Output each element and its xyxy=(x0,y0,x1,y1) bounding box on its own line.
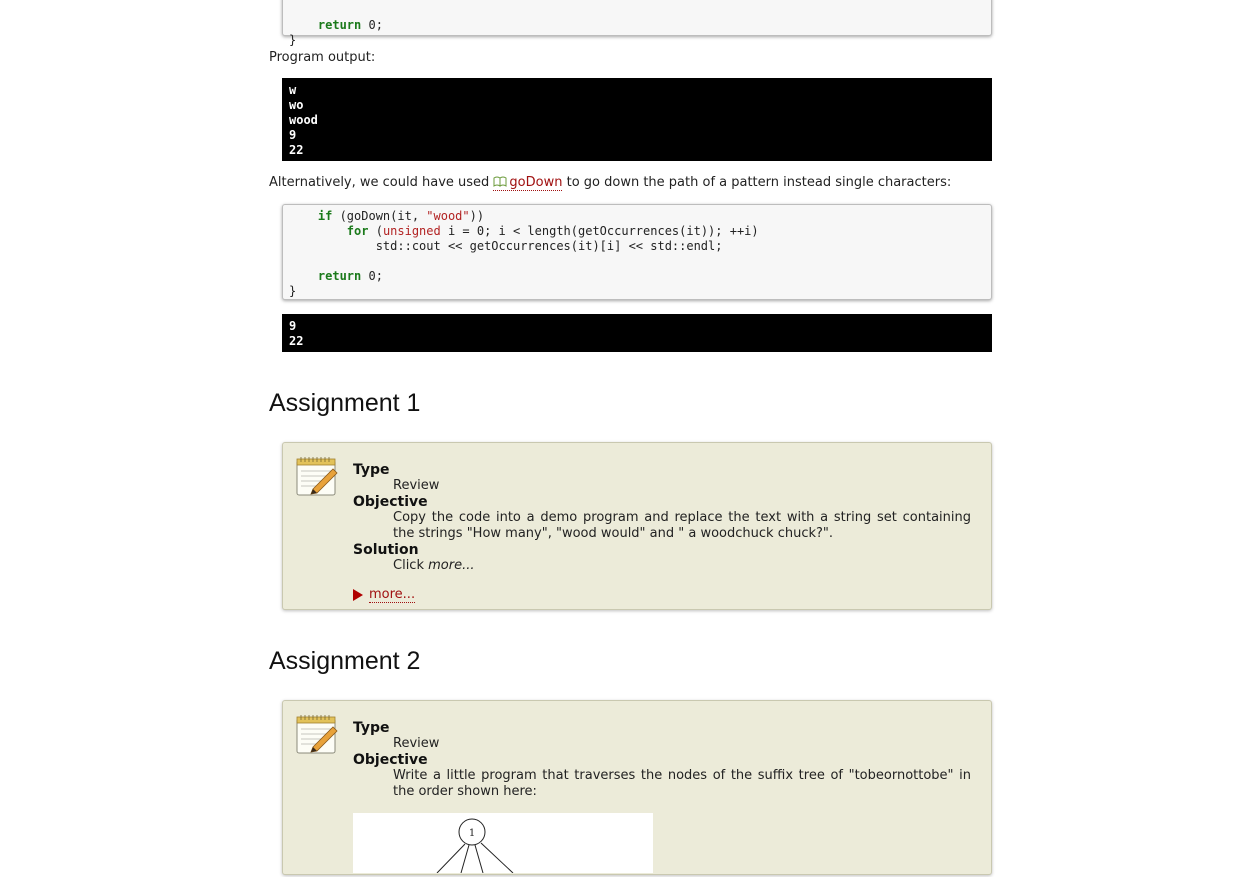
notepad-pencil-icon xyxy=(296,715,338,754)
solution-label: Solution xyxy=(353,542,419,558)
program-output-block-2: 9 22 xyxy=(282,314,992,352)
output-line: wood xyxy=(289,113,318,127)
objective-label: Objective xyxy=(353,752,428,768)
code-line-if: if (goDown(it, "wood")) xyxy=(317,209,485,223)
more-toggle[interactable]: more... xyxy=(353,587,971,603)
code-line-close: } xyxy=(289,33,297,47)
code-block-top: return 0; } xyxy=(282,0,992,47)
assignment-1-box: Type Review Objective Copy the code into… xyxy=(282,442,992,610)
more-link[interactable]: more... xyxy=(369,587,416,603)
alt-text-before: Alternatively, we could have used xyxy=(269,175,494,190)
assignment-2-heading: Assignment 2 xyxy=(269,647,421,675)
type-value: Review xyxy=(393,736,440,751)
tree-node-root-label: 1 xyxy=(469,828,475,839)
program-output-block: w wo wood 9 22 xyxy=(282,78,992,161)
assignment-1-heading: Assignment 1 xyxy=(269,389,421,417)
type-label: Type xyxy=(353,720,390,736)
assignment-1-details: Type Review Objective Copy the code into… xyxy=(353,462,971,603)
objective-label: Objective xyxy=(353,494,428,510)
book-icon xyxy=(493,176,507,187)
type-label: Type xyxy=(353,462,390,478)
alternatively-paragraph: Alternatively, we could have used goDown… xyxy=(269,175,989,191)
notepad-pencil-icon xyxy=(296,457,338,496)
code-block-godown: if (goDown(it, "wood")) for (unsigned i … xyxy=(282,204,992,300)
objective-value: Write a little program that traverses th… xyxy=(393,768,971,799)
output-line: 22 xyxy=(289,143,304,157)
code-line-cout: std::cout << getOccurrences(it)[i] << st… xyxy=(375,239,723,253)
output-line: 22 xyxy=(289,334,304,348)
godown-link[interactable]: goDown xyxy=(493,175,563,191)
code-line-close: } xyxy=(289,284,297,298)
suffix-tree-diagram: 1 xyxy=(353,813,653,874)
code-line-for: for (unsigned i = 0; i < length(getOccur… xyxy=(346,224,759,238)
code-line-return: return 0; xyxy=(317,269,383,283)
triangle-right-icon xyxy=(353,588,363,601)
output-line: wo xyxy=(289,98,304,112)
code-line-return: return 0; xyxy=(317,18,383,32)
assignment-2-box: Type Review Objective Write a little pro… xyxy=(282,700,992,875)
suffix-tree-svg: 1 xyxy=(436,818,514,874)
output-line: 9 xyxy=(289,319,297,333)
output-line: w xyxy=(289,83,297,97)
objective-value: Copy the code into a demo program and re… xyxy=(393,510,971,541)
output-line: 9 xyxy=(289,128,297,142)
assignment-2-details: Type Review Objective Write a little pro… xyxy=(353,720,971,800)
alt-text-after: to go down the path of a pattern instead… xyxy=(562,175,952,190)
type-value: Review xyxy=(393,478,440,493)
solution-value: Click more... xyxy=(393,558,475,573)
program-output-label: Program output: xyxy=(269,50,376,65)
godown-link-label: goDown xyxy=(509,175,563,190)
